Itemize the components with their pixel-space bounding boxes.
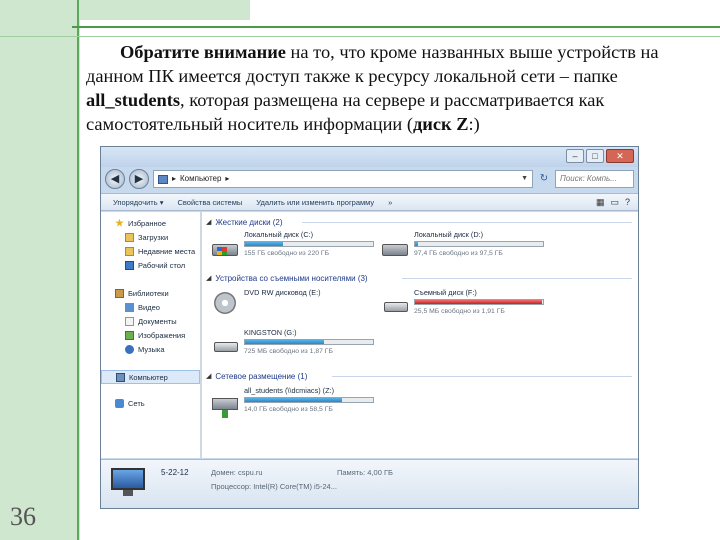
breadcrumb-arrow-icon: ▸ bbox=[172, 174, 177, 183]
group-divider bbox=[302, 222, 632, 223]
system-properties-button[interactable]: Свойства системы bbox=[177, 198, 242, 207]
back-button[interactable]: ◀ bbox=[105, 169, 125, 189]
memory-label: Память: 4,00 ГБ bbox=[337, 468, 393, 477]
dvd-drive-icon bbox=[212, 292, 240, 318]
usage-bar bbox=[244, 339, 374, 345]
libraries-icon bbox=[115, 288, 124, 298]
slide-vertical-rule bbox=[77, 0, 79, 540]
computer-icon bbox=[158, 174, 168, 184]
sidebar-item-documents[interactable]: Документы bbox=[101, 314, 200, 328]
breadcrumb-computer[interactable]: Компьютер bbox=[180, 171, 221, 187]
usage-fill bbox=[415, 300, 542, 304]
para-bold-3: диск Z bbox=[413, 114, 469, 134]
forward-button[interactable]: ▶ bbox=[129, 169, 149, 189]
music-icon bbox=[125, 344, 134, 354]
usage-fill bbox=[245, 398, 343, 402]
usb-drive-icon bbox=[212, 332, 240, 358]
computer-icon bbox=[111, 468, 149, 498]
collapse-icon: ◢ bbox=[206, 373, 212, 380]
hard-drive-icon bbox=[382, 234, 410, 260]
recent-places-icon bbox=[125, 246, 134, 256]
usage-fill bbox=[245, 340, 325, 344]
details-pane: 5-22-12 Домен: cspu.ru Память: 4,00 ГБ П… bbox=[101, 459, 638, 508]
network-icon bbox=[115, 398, 124, 408]
computer-icon bbox=[116, 372, 125, 382]
sidebar-item-images[interactable]: Изображения bbox=[101, 328, 200, 342]
content-pane: ◢ Жесткие диски (2) Локальный диск (C:) 1… bbox=[202, 212, 638, 458]
navigation-pane: Избранное Загрузки Недавние места Рабочи… bbox=[101, 212, 201, 458]
preview-pane-icon[interactable]: ▭ bbox=[610, 197, 619, 208]
group-divider bbox=[332, 376, 632, 377]
slide-number: 36 bbox=[10, 502, 36, 531]
para-bold-2: all_students bbox=[86, 90, 181, 110]
sidebar-item-computer[interactable]: Компьютер bbox=[101, 370, 200, 384]
group-header-network[interactable]: ◢ Сетевое размещение (1) bbox=[206, 370, 307, 382]
video-icon bbox=[125, 302, 134, 312]
group-divider bbox=[402, 278, 632, 279]
computer-name: 5-22-12 bbox=[161, 468, 189, 477]
collapse-icon: ◢ bbox=[206, 219, 212, 226]
navigation-row: ◀ ▶ ▸ Компьютер ▸ ▼ ↻ Поиск: Компь... bbox=[101, 167, 638, 191]
command-bar: Упорядочить ▾ Свойства системы Удалить и… bbox=[101, 193, 638, 211]
domain-label: Домен: cspu.ru bbox=[211, 468, 263, 477]
sidebar-item-recent[interactable]: Недавние места bbox=[101, 244, 200, 258]
close-button[interactable]: ✕ bbox=[606, 149, 634, 163]
images-icon bbox=[125, 330, 134, 340]
slide-horizontal-rule bbox=[72, 26, 720, 28]
drive-item-e[interactable]: DVD RW дисковод (E:) bbox=[212, 288, 382, 328]
group-header-removable[interactable]: ◢ Устройства со съемными носителями (3) bbox=[206, 272, 368, 284]
downloads-icon bbox=[125, 232, 134, 242]
desktop-icon bbox=[125, 260, 134, 270]
usage-bar bbox=[244, 397, 374, 403]
minimize-button[interactable]: – bbox=[566, 149, 584, 163]
usage-bar bbox=[414, 241, 544, 247]
usage-bar bbox=[414, 299, 544, 305]
documents-icon bbox=[125, 316, 134, 326]
para-bold-1: Обратите внимание bbox=[120, 42, 286, 62]
breadcrumb-arrow-icon: ▸ bbox=[225, 174, 230, 183]
address-bar[interactable]: ▸ Компьютер ▸ ▼ bbox=[153, 170, 533, 188]
uninstall-program-button[interactable]: Удалить или изменить программу bbox=[256, 198, 374, 207]
sidebar-item-network[interactable]: Сеть bbox=[101, 396, 200, 410]
search-input[interactable]: Поиск: Компь... bbox=[555, 170, 634, 188]
drive-item-z[interactable]: all_students (\\dcmiacs) (Z:) 14,0 ГБ св… bbox=[212, 386, 382, 426]
slide-paragraph: Обратите внимание на то, что кроме назва… bbox=[86, 40, 716, 136]
usage-bar bbox=[244, 241, 374, 247]
chevron-down-icon[interactable]: ▼ bbox=[521, 171, 532, 187]
slide-left-accent bbox=[0, 0, 80, 540]
drive-item-d[interactable]: Локальный диск (D:) 97,4 ГБ свободно из … bbox=[382, 230, 552, 270]
group-header-hdd[interactable]: ◢ Жесткие диски (2) bbox=[206, 216, 283, 228]
para-text-3: :) bbox=[468, 114, 480, 134]
drive-item-c[interactable]: Локальный диск (C:) 155 ГБ свободно из 2… bbox=[212, 230, 382, 270]
sidebar-item-music[interactable]: Музыка bbox=[101, 342, 200, 356]
sidebar-item-video[interactable]: Видео bbox=[101, 300, 200, 314]
drive-item-f[interactable]: Съемный диск (F:) 25,5 МБ свободно из 1,… bbox=[382, 288, 552, 328]
sidebar-item-downloads[interactable]: Загрузки bbox=[101, 230, 200, 244]
collapse-icon: ◢ bbox=[206, 275, 212, 282]
view-controls: ▦ ▭ ? bbox=[596, 197, 638, 208]
refresh-icon[interactable]: ↻ bbox=[537, 170, 551, 188]
explorer-window: – □ ✕ ◀ ▶ ▸ Компьютер ▸ ▼ ↻ Поиск: Компь… bbox=[100, 146, 639, 509]
more-commands-button[interactable]: » bbox=[388, 198, 392, 207]
sidebar-item-favorites[interactable]: Избранное bbox=[101, 216, 200, 230]
processor-label: Процессор: Intel(R) Core(TM) i5-24... bbox=[211, 482, 337, 491]
window-titlebar: – □ ✕ bbox=[101, 147, 638, 167]
drive-item-g[interactable]: KINGSTON (G:) 725 МБ свободно из 1,87 ГБ bbox=[212, 328, 382, 368]
help-icon[interactable]: ? bbox=[625, 197, 630, 208]
maximize-button[interactable]: □ bbox=[586, 149, 604, 163]
view-options-icon[interactable]: ▦ bbox=[596, 197, 605, 208]
network-drive-icon bbox=[212, 390, 240, 418]
usage-fill bbox=[415, 242, 418, 246]
hard-drive-icon bbox=[212, 234, 240, 260]
star-icon bbox=[115, 218, 124, 227]
slide-horizontal-rule-thin bbox=[0, 36, 720, 37]
sidebar-item-libraries[interactable]: Библиотеки bbox=[101, 286, 200, 300]
sidebar-item-desktop[interactable]: Рабочий стол bbox=[101, 258, 200, 272]
organize-button[interactable]: Упорядочить ▾ bbox=[113, 198, 163, 207]
usb-drive-icon bbox=[382, 292, 410, 318]
usage-fill bbox=[245, 242, 284, 246]
window-caption-buttons: – □ ✕ bbox=[566, 149, 634, 163]
